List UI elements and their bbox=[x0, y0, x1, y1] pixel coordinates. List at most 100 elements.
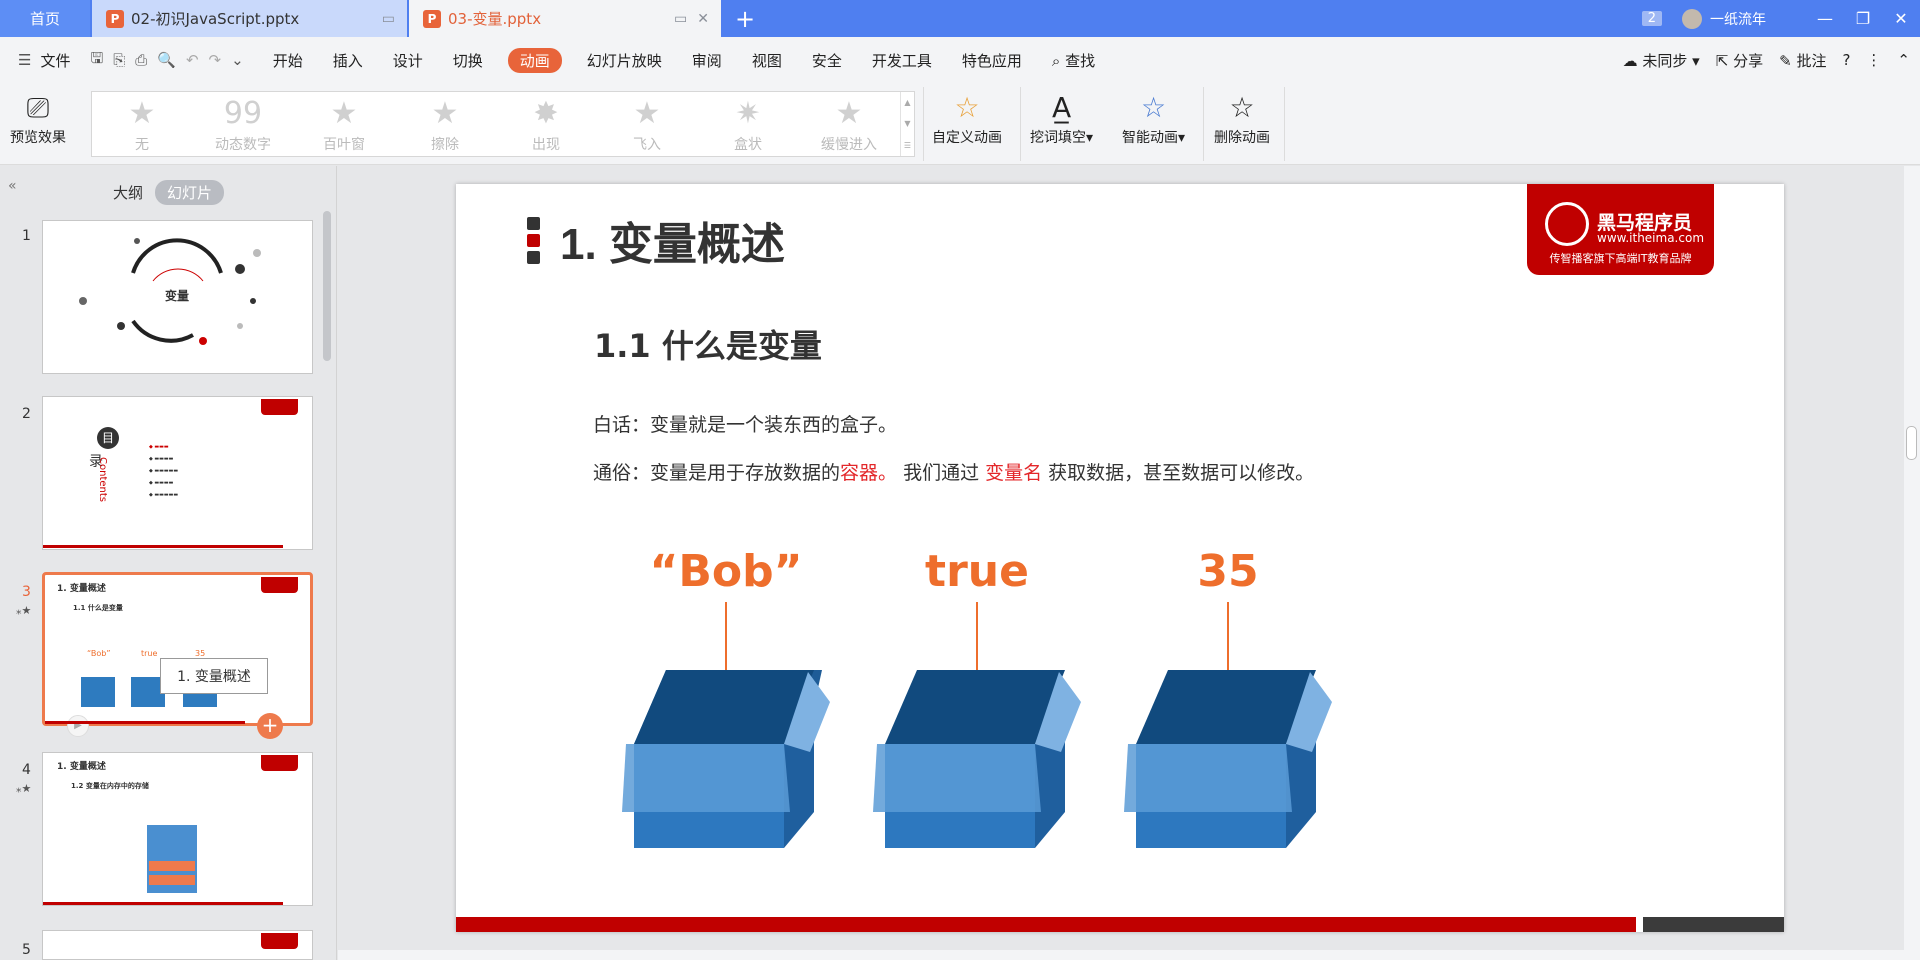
animation-fly-in[interactable]: ★ 飞入 bbox=[602, 94, 692, 154]
slide-thumbnail-3[interactable]: 1. 变量概述 1.1 什么是变量 “Bob” true 35 ▶ + bbox=[42, 572, 313, 739]
box-image[interactable] bbox=[622, 662, 832, 852]
redo-icon[interactable]: ↷ bbox=[209, 51, 222, 69]
menu-security[interactable]: 安全 bbox=[812, 50, 842, 71]
tab-document-03[interactable]: P 03-变量.pptx ▭ ✕ bbox=[409, 0, 721, 37]
menu-review[interactable]: 审阅 bbox=[692, 50, 722, 71]
box-label-35[interactable]: 35 bbox=[1108, 546, 1348, 597]
slide[interactable]: 1. 变量概述 黑马程序员 www.itheima.com 传智播客旗下高端IT… bbox=[456, 184, 1784, 932]
box-image[interactable] bbox=[873, 662, 1083, 852]
slide-number: 1 bbox=[22, 228, 31, 244]
monitor-icon[interactable]: ▭ bbox=[674, 11, 687, 27]
avatar[interactable] bbox=[1682, 8, 1702, 29]
thumb-bar bbox=[43, 902, 283, 905]
title-bar: 首页 P 02-初识JavaScript.pptx ▭ P 03-变量.pptx… bbox=[0, 0, 1920, 37]
menu-developer[interactable]: 开发工具 bbox=[872, 50, 932, 71]
animation-label: 飞入 bbox=[633, 137, 661, 153]
divider bbox=[923, 87, 924, 161]
tab-document-02[interactable]: P 02-初识JavaScript.pptx ▭ bbox=[92, 0, 407, 37]
print-preview-icon[interactable]: 🔍 bbox=[157, 51, 176, 69]
comment-button[interactable]: ✎ 批注 bbox=[1779, 50, 1826, 71]
menu-transition[interactable]: 切换 bbox=[453, 50, 483, 71]
menu-search[interactable]: ⌕ 查找 bbox=[1052, 50, 1095, 71]
slide-thumbnail-1[interactable]: 变量 bbox=[42, 220, 313, 374]
animation-none[interactable]: ★ 无 bbox=[97, 94, 187, 154]
slide-subtitle[interactable]: 1.1 什么是变量 bbox=[594, 321, 822, 367]
slide-title[interactable]: 1. 变量概述 bbox=[560, 208, 785, 272]
slide-thumbnail-2[interactable]: 目 录 Contents ◆ ▬▬▬ ◆ ▬▬▬▬ ◆ ▬▬▬▬▬ ◆ ▬▬▬▬ ◆ ▬… bbox=[42, 396, 313, 550]
animation-ease-in[interactable]: ★ 缓慢进入 bbox=[804, 94, 894, 154]
help-icon[interactable]: ? bbox=[1842, 51, 1850, 69]
animation-box[interactable]: ✷ 盒状 bbox=[703, 94, 793, 154]
thumb3-sub: 1.1 什么是变量 bbox=[73, 604, 123, 612]
number-icon: 99 bbox=[223, 96, 263, 131]
star-icon: ★ bbox=[835, 96, 863, 131]
slide-thumbnail-5[interactable] bbox=[42, 930, 313, 960]
slide-line-1[interactable]: 白话：变量就是一个装东西的盒子。 bbox=[593, 410, 897, 437]
slide-thumbnail-4[interactable]: 1. 变量概述 1.2 变量在内存中的存储 bbox=[42, 752, 313, 906]
cloze-button[interactable]: A̲ 挖词填空▾ bbox=[1030, 91, 1093, 147]
slide-line-2[interactable]: 通俗：变量是用于存放数据的容器。 我们通过 变量名 获取数据，甚至数据可以修改。 bbox=[593, 458, 1314, 485]
footer-bar-dark bbox=[1643, 917, 1784, 932]
comment-label: 批注 bbox=[1796, 51, 1827, 70]
slide-number: 4 bbox=[22, 762, 31, 778]
slide-number: 3 bbox=[22, 584, 31, 600]
menu-slideshow[interactable]: 幻灯片放映 bbox=[587, 50, 662, 71]
horizontal-scrollbar[interactable] bbox=[338, 950, 1904, 960]
animation-wipe[interactable]: ★ 擦除 bbox=[400, 94, 490, 154]
menu-home[interactable]: 开始 bbox=[273, 50, 303, 71]
sync-button[interactable]: ☁ 未同步 ▾ bbox=[1623, 50, 1700, 71]
tab-outline[interactable]: 大纲 bbox=[113, 182, 143, 203]
vertical-scrollbar[interactable] bbox=[1904, 166, 1920, 960]
custom-animation-button[interactable]: ☆ 自定义动画 bbox=[932, 91, 1002, 147]
search-icon: ⌕ bbox=[1051, 51, 1061, 70]
format-painter-icon[interactable]: ⎘ bbox=[113, 51, 125, 69]
line2-part: 通俗：变量是用于存放数据的 bbox=[593, 462, 841, 484]
notification-badge[interactable]: 2 bbox=[1641, 11, 1662, 26]
menu-view[interactable]: 视图 bbox=[752, 50, 782, 71]
menu-file[interactable]: 文件 bbox=[40, 50, 70, 71]
menu-animation[interactable]: 动画 bbox=[507, 47, 562, 73]
cloud-icon: ☁ bbox=[1622, 51, 1638, 70]
restore-icon[interactable]: ❐ bbox=[1844, 9, 1882, 28]
titlebar-right: 2 一纸流年 — ❐ ✕ bbox=[1641, 0, 1920, 37]
animation-blinds[interactable]: ★ 百叶窗 bbox=[299, 94, 389, 154]
share-button[interactable]: ⇱ 分享 bbox=[1716, 50, 1763, 71]
smart-animation-button[interactable]: ☆ 智能动画▾ bbox=[1122, 91, 1185, 147]
print-icon[interactable]: ⎙ bbox=[135, 51, 147, 69]
tab-slides[interactable]: 幻灯片 bbox=[155, 179, 225, 205]
collapse-ribbon-icon[interactable]: ⌃ bbox=[1897, 51, 1910, 69]
tab-monitor-icon[interactable]: ▭ bbox=[382, 11, 395, 27]
customize-icon[interactable]: ⌄ bbox=[231, 51, 244, 69]
new-tab-button[interactable]: + bbox=[735, 5, 755, 33]
user-name[interactable]: 一纸流年 bbox=[1710, 9, 1766, 29]
gallery-scroll[interactable]: ▲ ▼ ☰ bbox=[900, 92, 914, 156]
brand-logo: 黑马程序员 www.itheima.com 传智播客旗下高端IT教育品牌 bbox=[1527, 184, 1714, 275]
add-slide-icon[interactable]: + bbox=[257, 713, 283, 739]
slide-number: 2 bbox=[22, 406, 31, 422]
divider bbox=[1020, 87, 1021, 161]
hamburger-icon[interactable]: ☰ bbox=[18, 51, 31, 69]
scroll-thumb[interactable] bbox=[1906, 426, 1917, 460]
preview-button[interactable]: ⎚ 预览效果 bbox=[10, 91, 66, 147]
comment-icon: ✎ bbox=[1779, 51, 1792, 70]
minimize-icon[interactable]: — bbox=[1806, 9, 1844, 28]
close-icon[interactable]: ✕ bbox=[697, 11, 709, 27]
box-label-true[interactable]: true bbox=[857, 546, 1097, 597]
delete-animation-button[interactable]: ☆ 删除动画 bbox=[1214, 91, 1270, 147]
more-icon[interactable]: ⋮ bbox=[1866, 51, 1881, 69]
box-image[interactable] bbox=[1124, 662, 1334, 852]
menu-insert[interactable]: 插入 bbox=[333, 50, 363, 71]
menu-design[interactable]: 设计 bbox=[393, 50, 423, 71]
preview-label: 预览效果 bbox=[10, 130, 66, 146]
animation-appear[interactable]: ✸ 出现 bbox=[501, 94, 591, 154]
box-label-bob[interactable]: “Bob” bbox=[606, 546, 846, 597]
play-icon[interactable]: ▶ bbox=[67, 715, 89, 737]
save-icon[interactable]: 🖫 bbox=[90, 48, 103, 73]
close-window-icon[interactable]: ✕ bbox=[1882, 9, 1920, 28]
animation-number[interactable]: 99 动态数字 bbox=[198, 94, 288, 154]
tab-home[interactable]: 首页 bbox=[0, 0, 90, 37]
undo-icon[interactable]: ↶ bbox=[186, 51, 199, 69]
pane-scrollbar[interactable] bbox=[323, 211, 331, 361]
thumb2-contents: Contents bbox=[97, 457, 108, 502]
menu-features[interactable]: 特色应用 bbox=[962, 50, 1022, 71]
